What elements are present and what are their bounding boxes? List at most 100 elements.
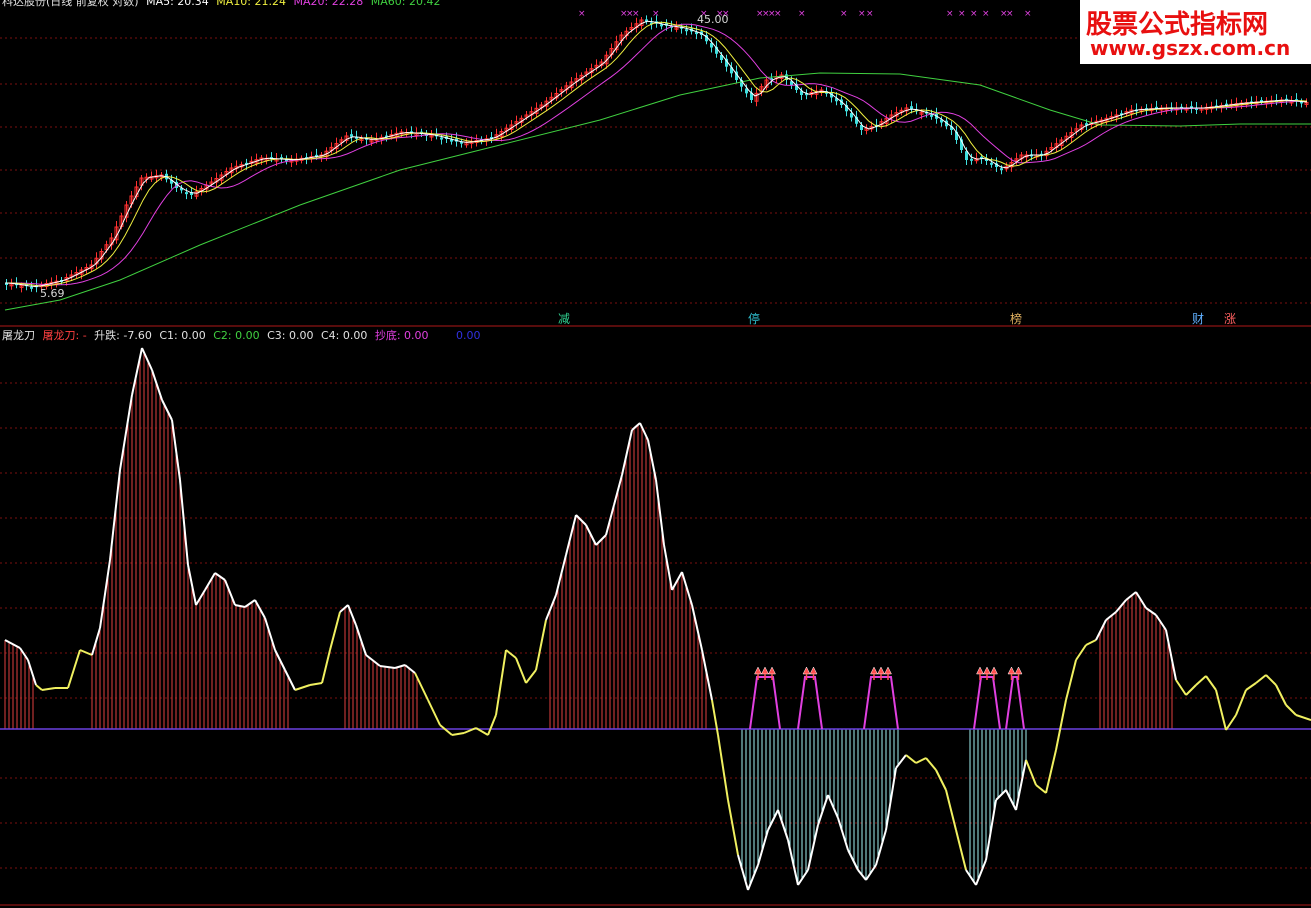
oscillator-segment bbox=[1175, 679, 1187, 696]
signal-label-bang: 榜 bbox=[1010, 312, 1023, 326]
oscillator-segment bbox=[224, 579, 236, 606]
oscillator-segment bbox=[1125, 591, 1137, 601]
oscillator-segment bbox=[41, 687, 56, 691]
oscillator-segment bbox=[1135, 591, 1147, 609]
oscillator-segment bbox=[309, 682, 323, 686]
oscillator-segment bbox=[1035, 784, 1047, 794]
oscillator-segment bbox=[1215, 689, 1227, 731]
oscillator-segment bbox=[427, 699, 441, 726]
buy-signal-marker bbox=[1005, 676, 1025, 730]
watermark-url: www.gszx.com.cn bbox=[1090, 36, 1291, 60]
c1-value: C1: 0.00 bbox=[159, 329, 206, 342]
indicator-header: 屠龙刀 屠龙刀: - 升跌: -7.60 C1: 0.00 C2: 0.00 C… bbox=[2, 330, 485, 342]
candle-body-down bbox=[1000, 168, 1003, 171]
oscillator-segment bbox=[1105, 611, 1117, 621]
oscillator-segment bbox=[1085, 639, 1097, 646]
oscillator-segment bbox=[1235, 689, 1247, 716]
c2-value: C2: 0.00 bbox=[213, 329, 260, 342]
x-marker: × bbox=[858, 9, 866, 19]
oscillator-segment bbox=[787, 839, 799, 886]
oscillator-segment bbox=[647, 439, 657, 481]
oscillator-segment bbox=[717, 734, 729, 801]
oscillator-segment bbox=[284, 669, 296, 691]
buy-signal-marker bbox=[863, 676, 899, 730]
candle-body-down bbox=[660, 24, 663, 27]
oscillator-segment bbox=[1025, 759, 1037, 786]
oscillator-segment bbox=[797, 869, 809, 886]
oscillator-segment bbox=[727, 799, 739, 856]
extra-value: 0.00 bbox=[456, 329, 481, 342]
oscillator-segment bbox=[451, 732, 465, 736]
oscillator-segment bbox=[1255, 674, 1267, 684]
buy-arrow-icon bbox=[1007, 666, 1016, 675]
oscillator-segment bbox=[495, 649, 507, 716]
candle-body-down bbox=[350, 134, 353, 137]
oscillator-segment bbox=[915, 757, 927, 764]
oscillator-segment bbox=[439, 724, 453, 736]
x-marker: × bbox=[982, 9, 990, 19]
buy-arrow-icon bbox=[877, 666, 885, 675]
buy-arrow-icon bbox=[976, 666, 984, 675]
signal-label-jian: 减 bbox=[558, 312, 571, 326]
watermark-logo: 股票公式指标网 www.gszx.com.cn bbox=[1080, 0, 1311, 64]
buy-arrow-icon bbox=[761, 666, 769, 675]
oscillator-segment bbox=[945, 789, 957, 831]
oscillator-segment bbox=[865, 864, 877, 881]
oscillator-segment bbox=[294, 684, 311, 691]
signal-label-ting: 停 bbox=[748, 312, 761, 326]
x-marker: × bbox=[632, 9, 640, 19]
oscillator-segment bbox=[1245, 682, 1257, 691]
c3-value: C3: 0.00 bbox=[267, 329, 314, 342]
oscillator-segment bbox=[321, 649, 331, 684]
oscillator-segment bbox=[204, 572, 216, 591]
oscillator-segment bbox=[525, 669, 537, 684]
x-marker: × bbox=[958, 9, 966, 19]
x-marker: × bbox=[774, 9, 782, 19]
oscillator-segment bbox=[1275, 684, 1287, 706]
oscillator-segment bbox=[817, 794, 829, 826]
x-marker: × bbox=[798, 9, 806, 19]
oscillator-segment bbox=[847, 849, 859, 871]
x-marker: × bbox=[1006, 9, 1014, 19]
stock-chart-window: 科达股份(日线 前复权 对数) MA5: 20.34 MA10: 21.24 M… bbox=[0, 0, 1311, 908]
buy-arrow-icon bbox=[802, 666, 811, 675]
x-marker: × bbox=[946, 9, 954, 19]
oscillator-segment bbox=[757, 829, 769, 866]
oscillator-segment bbox=[905, 754, 917, 764]
oscillator-segment bbox=[935, 769, 947, 791]
buy-arrow-icon bbox=[870, 666, 878, 675]
oscillator-segment bbox=[555, 554, 567, 596]
oscillator-segment bbox=[505, 649, 517, 659]
oscillator-segment bbox=[109, 469, 121, 561]
oscillator-segment bbox=[1265, 674, 1277, 686]
oscillator-segment bbox=[595, 534, 607, 546]
buy-arrow-icon bbox=[983, 666, 991, 675]
buy-arrow-icon bbox=[990, 666, 998, 675]
oscillator-segment bbox=[1295, 714, 1311, 721]
high-price-label: 45.00 bbox=[697, 13, 729, 26]
moving-average-lines bbox=[4, 20, 1311, 311]
oscillator-segment bbox=[35, 684, 43, 691]
c4-value: C4: 0.00 bbox=[320, 329, 368, 342]
oscillator-segment bbox=[827, 794, 839, 819]
buy-arrow-icon bbox=[1014, 666, 1023, 675]
candle-body-down bbox=[185, 192, 188, 195]
rise-fall-value: 升跌: -7.60 bbox=[94, 329, 152, 342]
oscillator-segment bbox=[655, 479, 665, 546]
indicator-name: 屠龙刀 bbox=[2, 329, 35, 342]
oscillator-segment bbox=[663, 544, 673, 591]
buy-arrow-icon bbox=[809, 666, 818, 675]
x-marker: × bbox=[970, 9, 978, 19]
candle-body-down bbox=[440, 137, 443, 140]
low-price-label: 5.69 bbox=[40, 287, 65, 300]
indicator-line1: 屠龙刀: - bbox=[42, 329, 87, 342]
signal-label-cai: 财 bbox=[1192, 312, 1205, 326]
oscillator-segment bbox=[885, 767, 897, 831]
chart-canvas[interactable]: × ××× × × ×× ×××× × × × × × × × × ×× × bbox=[0, 0, 1311, 908]
oscillator-segment bbox=[404, 664, 416, 674]
oscillator-segment bbox=[515, 657, 527, 684]
oscillator-segment bbox=[701, 649, 713, 701]
oscillator-segment bbox=[1185, 684, 1197, 696]
oscillator-segment bbox=[264, 617, 276, 651]
oscillator-segment bbox=[681, 571, 693, 606]
